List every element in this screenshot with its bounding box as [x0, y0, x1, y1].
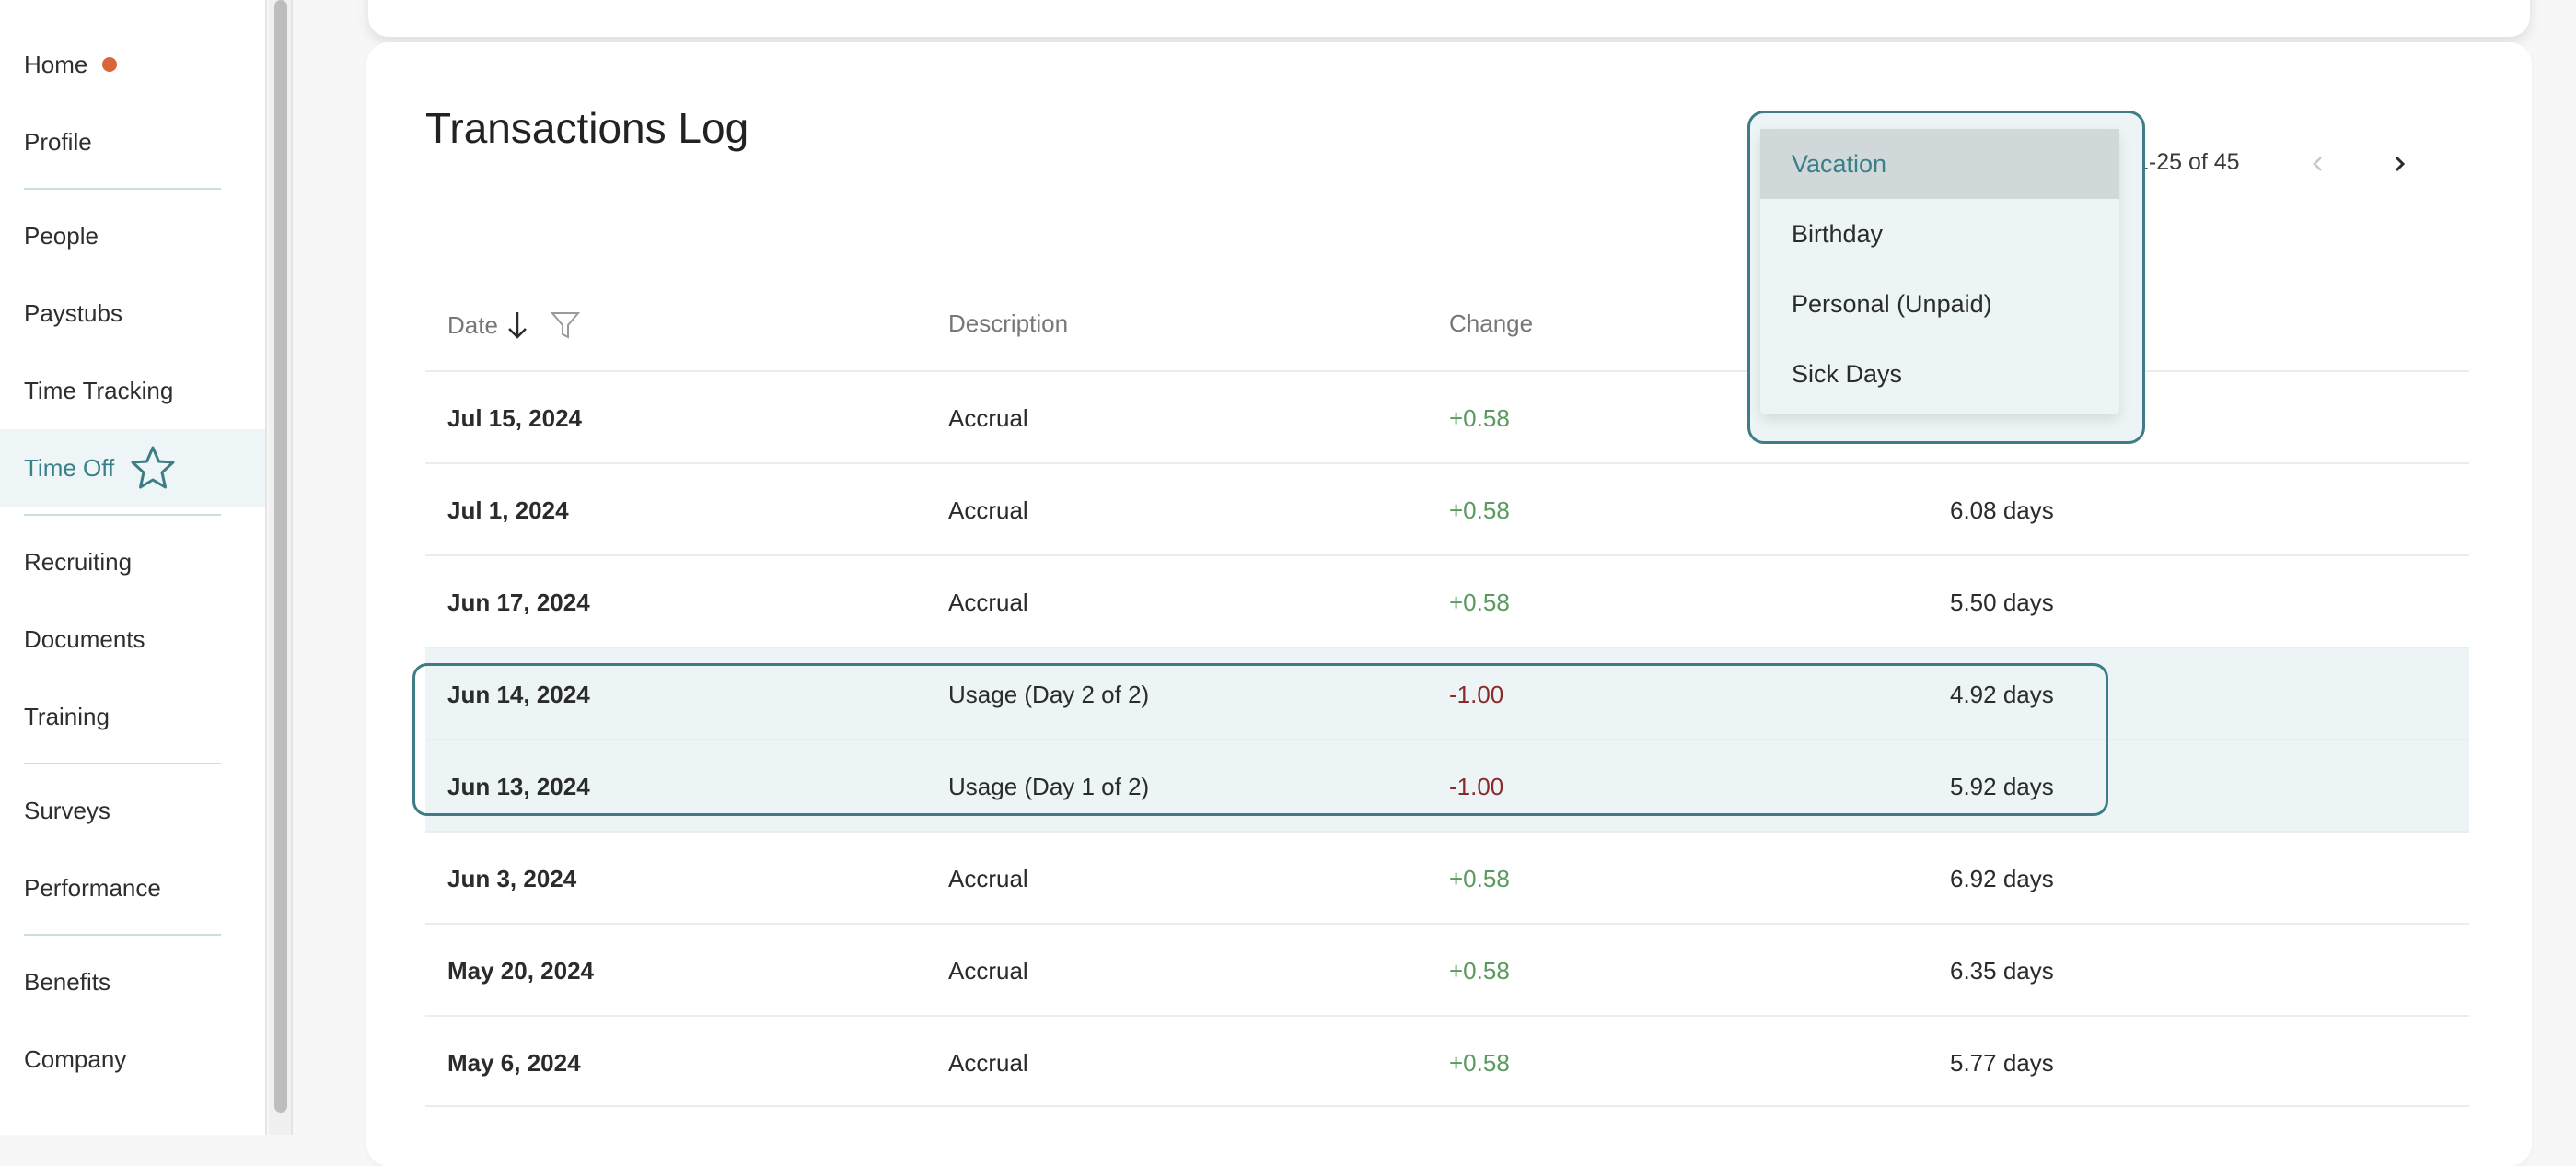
sidebar-divider [24, 763, 221, 764]
cell-date: May 6, 2024 [447, 1048, 581, 1077]
notification-dot-icon [102, 57, 118, 72]
sidebar-item-label: Home [24, 50, 88, 78]
sidebar-item-label: Performance [24, 873, 161, 902]
sidebar-item-time-off[interactable]: Time Off [0, 429, 265, 507]
table-row[interactable]: Jun 3, 2024 Accrual +0.58 6.92 days [425, 831, 2469, 923]
cell-change: -1.00 [1449, 772, 1504, 800]
sidebar: Home Profile People Paystubs Time Tracki… [0, 0, 267, 1135]
sidebar-scrollbar-thumb[interactable] [274, 0, 287, 1113]
previous-page-button[interactable] [2302, 147, 2335, 181]
sidebar-item-label: Company [24, 1044, 127, 1073]
sidebar-divider [24, 188, 221, 190]
option-sick-days[interactable]: Sick Days [1760, 339, 2119, 409]
cell-balance: 6.08 days [1950, 496, 2054, 524]
cell-balance: 5.77 days [1950, 1048, 2054, 1077]
sidebar-divider [24, 514, 221, 516]
cell-description: Usage (Day 2 of 2) [948, 680, 1150, 708]
cell-change: +0.58 [1449, 956, 1510, 985]
cell-description: Usage (Day 1 of 2) [948, 772, 1150, 800]
cell-description: Accrual [948, 588, 1028, 616]
sidebar-item-label: Recruiting [24, 547, 133, 576]
page-title: Transactions Log [425, 104, 749, 152]
table-row-selected[interactable]: Jun 13, 2024 Usage (Day 1 of 2) -1.00 5.… [425, 739, 2469, 831]
sidebar-divider [24, 934, 221, 936]
option-birthday[interactable]: Birthday [1760, 199, 2119, 269]
sidebar-item-label: Training [24, 702, 110, 730]
sidebar-item-benefits[interactable]: Benefits [0, 943, 265, 1020]
sidebar-item-company[interactable]: Company [0, 1020, 265, 1098]
table-row[interactable]: May 20, 2024 Accrual +0.58 6.35 days [425, 923, 2469, 1015]
cell-change: +0.58 [1449, 496, 1510, 524]
chevron-left-icon [2313, 157, 2322, 171]
cell-description: Accrual [948, 496, 1028, 524]
sidebar-item-home[interactable]: Home [0, 26, 265, 103]
filter-icon[interactable] [550, 309, 581, 341]
cell-balance: 6.92 days [1950, 864, 2054, 892]
cell-date: Jun 3, 2024 [447, 864, 577, 892]
sidebar-item-recruiting[interactable]: Recruiting [0, 523, 265, 600]
column-header-change[interactable]: Change [1449, 309, 1533, 338]
sidebar-item-label: Documents [24, 624, 145, 653]
column-header-date[interactable]: Date [447, 309, 581, 341]
cell-change: +0.58 [1449, 1048, 1510, 1077]
table-row[interactable]: Jul 1, 2024 Accrual +0.58 6.08 days [425, 462, 2469, 554]
cell-change: +0.58 [1449, 864, 1510, 892]
cell-date: May 20, 2024 [447, 956, 595, 985]
cell-change: -1.00 [1449, 680, 1504, 708]
table-row-selected[interactable]: Jun 14, 2024 Usage (Day 2 of 2) -1.00 4.… [425, 647, 2469, 739]
sidebar-item-surveys[interactable]: Surveys [0, 772, 265, 849]
column-header-description[interactable]: Description [948, 309, 1068, 338]
table-row[interactable]: May 6, 2024 Accrual +0.58 5.77 days [425, 1015, 2469, 1107]
sort-descending-icon[interactable] [504, 309, 531, 341]
cell-balance: 4.92 days [1950, 680, 2054, 708]
cell-description: Accrual [948, 956, 1028, 985]
next-page-button[interactable] [2383, 147, 2416, 181]
option-vacation[interactable]: Vacation [1760, 129, 2119, 199]
cell-description: Accrual [948, 1048, 1028, 1077]
sidebar-item-people[interactable]: People [0, 197, 265, 274]
sidebar-item-label: People [24, 221, 99, 250]
cell-balance: 5.92 days [1950, 772, 2054, 800]
cell-date: Jun 17, 2024 [447, 588, 590, 616]
cell-change: +0.58 [1449, 403, 1510, 432]
cell-date: Jul 1, 2024 [447, 496, 569, 524]
sidebar-item-documents[interactable]: Documents [0, 600, 265, 678]
sidebar-item-label: Surveys [24, 796, 110, 824]
cell-balance: 6.35 days [1950, 956, 2054, 985]
cell-date: Jun 13, 2024 [447, 772, 590, 800]
sidebar-item-paystubs[interactable]: Paystubs [0, 274, 265, 352]
star-icon[interactable] [129, 444, 177, 492]
sidebar-item-time-tracking[interactable]: Time Tracking [0, 352, 265, 429]
cell-date: Jul 15, 2024 [447, 403, 582, 432]
cell-description: Accrual [948, 403, 1028, 432]
option-personal-unpaid[interactable]: Personal (Unpaid) [1760, 269, 2119, 339]
pagination-range: 1-25 of 45 [2136, 149, 2240, 175]
table-row[interactable]: Jun 17, 2024 Accrual +0.58 5.50 days [425, 554, 2469, 647]
table-row[interactable]: Jul 15, 2024 Accrual +0.58 6.65 days [425, 370, 2469, 462]
top-card [368, 0, 2530, 37]
sidebar-item-label: Benefits [24, 967, 110, 996]
sidebar-item-training[interactable]: Training [0, 678, 265, 755]
sidebar-item-label: Paystubs [24, 298, 122, 327]
sidebar-item-profile[interactable]: Profile [0, 103, 265, 181]
chevron-right-icon [2395, 156, 2406, 172]
cell-change: +0.58 [1449, 588, 1510, 616]
sidebar-item-label: Profile [24, 127, 92, 156]
sidebar-item-label: Time Off [24, 453, 115, 482]
sidebar-item-performance[interactable]: Performance [0, 849, 265, 927]
cell-balance: 5.50 days [1950, 588, 2054, 616]
sidebar-item-label: Time Tracking [24, 376, 174, 404]
column-header-label: Date [447, 310, 498, 339]
cell-description: Accrual [948, 864, 1028, 892]
cell-date: Jun 14, 2024 [447, 680, 590, 708]
